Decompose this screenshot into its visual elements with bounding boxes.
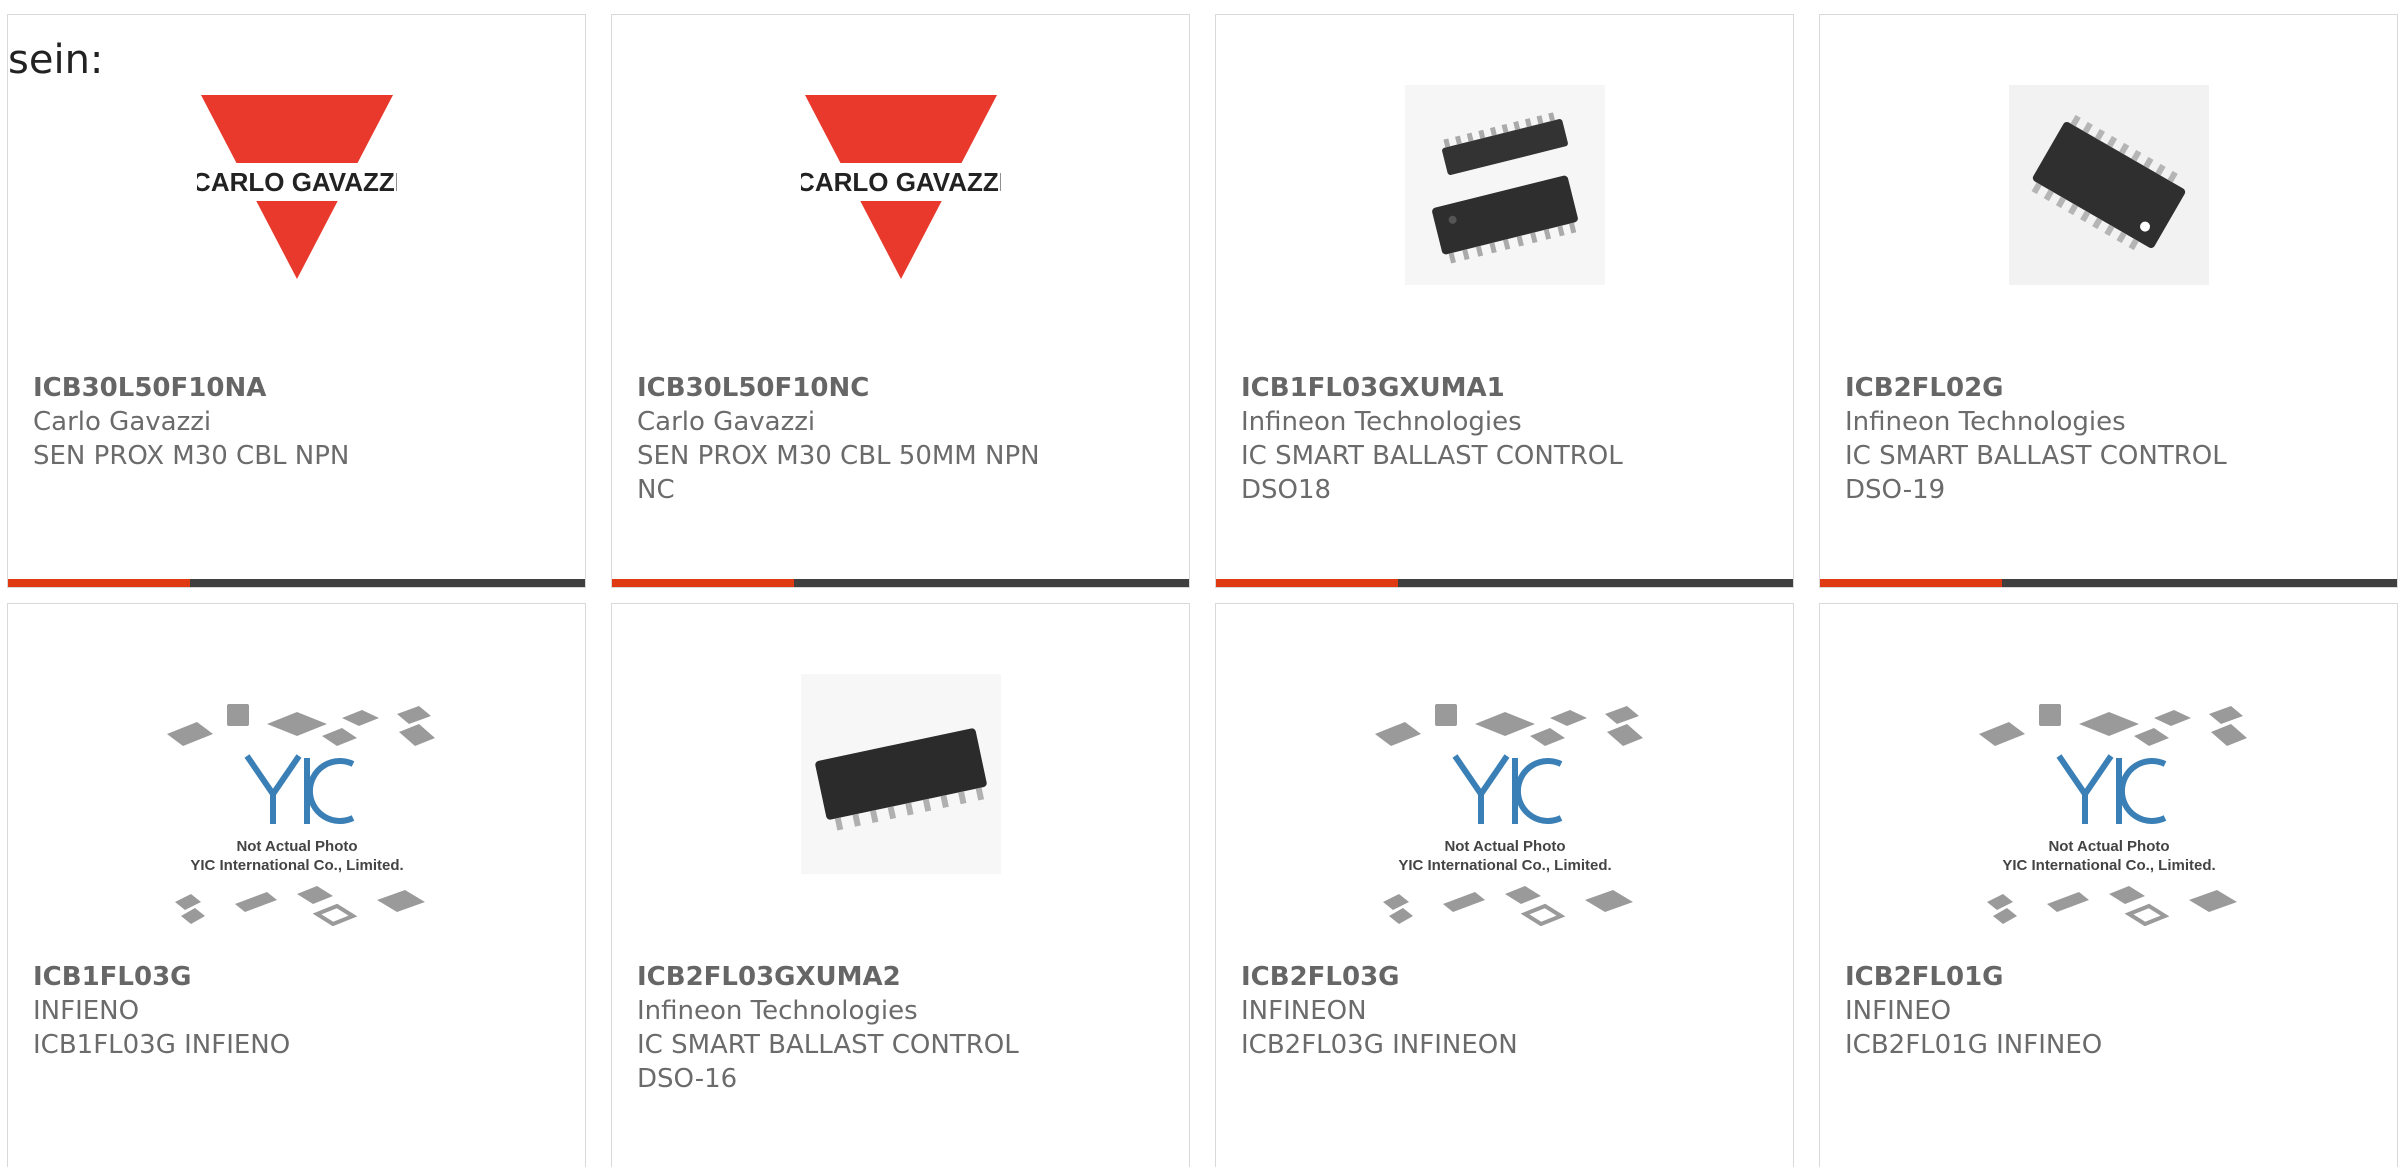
description: IC SMART BALLAST CONTROL DSO-16 [637,1030,1019,1094]
card-accent-bar [1820,579,2002,587]
manufacturer: Carlo Gavazzi [33,407,212,437]
svg-text:Not Actual Photo: Not Actual Photo [1444,838,1565,855]
intro-text: sein: [8,37,104,83]
manufacturer: INFINEO [1845,996,1952,1026]
product-info: ICB30L50F10NC Carlo Gavazzi SEN PROX M30… [637,371,1057,507]
product-info: ICB1FL03G INFIENO ICB1FL03G INFIENO [33,960,453,1062]
card-bottom-bar [1216,579,1793,587]
part-number-link[interactable]: ICB2FL03G [1241,960,1661,994]
part-number-link[interactable]: ICB1FL03G [33,960,453,994]
ic-chip-photo[interactable] [2008,85,2209,285]
card-accent-bar [8,579,190,587]
product-info: ICB2FL01G INFINEO ICB2FL01G INFINEO [1845,960,2265,1062]
product-info: ICB2FL03GXUMA2 Infineon Technologies IC … [637,960,1057,1096]
manufacturer: INFIENO [33,996,140,1026]
product-card[interactable]: ICB2FL03GXUMA2 Infineon Technologies IC … [611,603,1190,1167]
ic-chip-photo[interactable] [1404,85,1605,285]
part-number-link[interactable]: ICB30L50F10NC [637,371,1057,405]
card-bottom-bar [1820,579,2397,587]
product-info: ICB2FL02G Infineon Technologies IC SMART… [1845,371,2265,507]
manufacturer: INFINEON [1241,996,1367,1026]
description: ICB2FL03G INFINEON [1241,1030,1518,1060]
product-card[interactable]: ICB1FL03GXUMA1 Infineon Technologies IC … [1215,14,1794,588]
part-number-link[interactable]: ICB2FL03GXUMA2 [637,960,1057,994]
manufacturer: Infineon Technologies [1845,407,2126,437]
product-card[interactable]: ICB2FL02G Infineon Technologies IC SMART… [1819,14,2398,588]
svg-text:YIC International Co., Limited: YIC International Co., Limited. [190,857,403,874]
svg-text:YIC International Co., Limited: YIC International Co., Limited. [1398,857,1611,874]
product-info: ICB1FL03GXUMA1 Infineon Technologies IC … [1241,371,1661,507]
manufacturer: Infineon Technologies [1241,407,1522,437]
part-number-link[interactable]: ICB2FL01G [1845,960,2265,994]
description: IC SMART BALLAST CONTROL DSO-19 [1845,441,2227,505]
product-card[interactable]: CARLO GAVAZZI ICB30L50F10NC Carlo Gavazz… [611,14,1190,588]
yic-placeholder-image[interactable]: Not Actual Photo YIC International Co., … [1365,694,1645,944]
yic-placeholder-image[interactable]: Not Actual Photo YIC International Co., … [157,694,437,944]
part-number-link[interactable]: ICB30L50F10NA [33,371,453,405]
card-accent-bar [1216,579,1398,587]
description: SEN PROX M30 CBL 50MM NPN NC [637,441,1040,505]
card-bottom-bar [612,579,1189,587]
description: SEN PROX M30 CBL NPN [33,441,350,471]
description: IC SMART BALLAST CONTROL DSO18 [1241,441,1623,505]
description: ICB2FL01G INFINEO [1845,1030,2103,1060]
carlo-gavazzi-logo-image[interactable]: CARLO GAVAZZI [196,85,397,285]
card-accent-bar [612,579,794,587]
product-info: ICB2FL03G INFINEON ICB2FL03G INFINEON [1241,960,1661,1062]
description: ICB1FL03G INFIENO [33,1030,291,1060]
carlo-gavazzi-logo-image[interactable]: CARLO GAVAZZI [800,85,1001,285]
product-card[interactable]: Not Actual Photo YIC International Co., … [7,603,586,1167]
manufacturer: Carlo Gavazzi [637,407,816,437]
part-number-link[interactable]: ICB1FL03GXUMA1 [1241,371,1661,405]
manufacturer: Infineon Technologies [637,996,918,1026]
product-grid-page: sein: CARLO GAVAZZI ICB30L50F10NA Carlo … [0,0,2400,1167]
product-info: ICB30L50F10NA Carlo Gavazzi SEN PROX M30… [33,371,453,473]
product-card[interactable]: Not Actual Photo YIC International Co., … [1819,603,2398,1167]
svg-text:Not Actual Photo: Not Actual Photo [2048,838,2169,855]
svg-text:CARLO GAVAZZI: CARLO GAVAZZI [197,167,397,197]
product-card[interactable]: CARLO GAVAZZI ICB30L50F10NA Carlo Gavazz… [7,14,586,588]
part-number-link[interactable]: ICB2FL02G [1845,371,2265,405]
svg-text:CARLO GAVAZZI: CARLO GAVAZZI [801,167,1001,197]
ic-chip-photo[interactable] [800,674,1001,874]
svg-text:YIC International Co., Limited: YIC International Co., Limited. [2002,857,2215,874]
product-card[interactable]: Not Actual Photo YIC International Co., … [1215,603,1794,1167]
yic-placeholder-image[interactable]: Not Actual Photo YIC International Co., … [1969,694,2249,944]
card-bottom-bar [8,579,585,587]
svg-text:Not Actual Photo: Not Actual Photo [236,838,357,855]
